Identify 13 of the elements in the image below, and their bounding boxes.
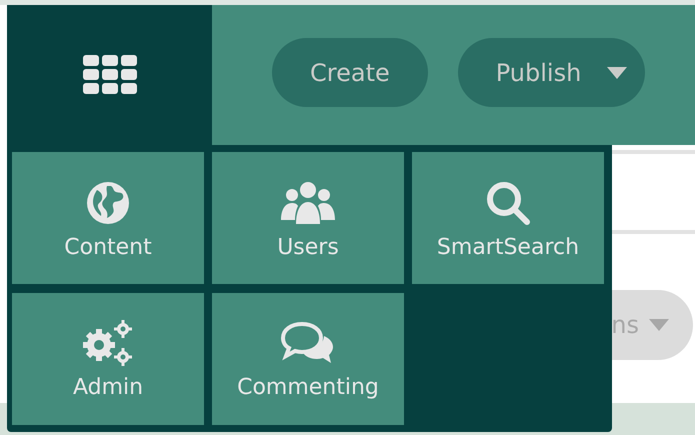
toolbar-button[interactable]: Create: [272, 38, 428, 107]
caret-icon: [649, 319, 669, 331]
app-menu-tile[interactable]: Users: [212, 152, 404, 284]
speech-bubbles-icon: [280, 320, 336, 366]
app-grid-icon: [82, 55, 136, 95]
users-icon: [279, 180, 337, 226]
app-menu-toggle[interactable]: [7, 5, 212, 145]
globe-icon: [85, 180, 131, 226]
app-menu-tile[interactable]: SmartSearch: [412, 152, 604, 284]
app-menu-tile[interactable]: Commenting: [212, 292, 404, 424]
dropdown-button[interactable]: Publish: [458, 38, 646, 107]
app-menu-tile[interactable]: Admin: [12, 292, 204, 424]
app-menu-tile[interactable]: Content: [12, 152, 204, 284]
